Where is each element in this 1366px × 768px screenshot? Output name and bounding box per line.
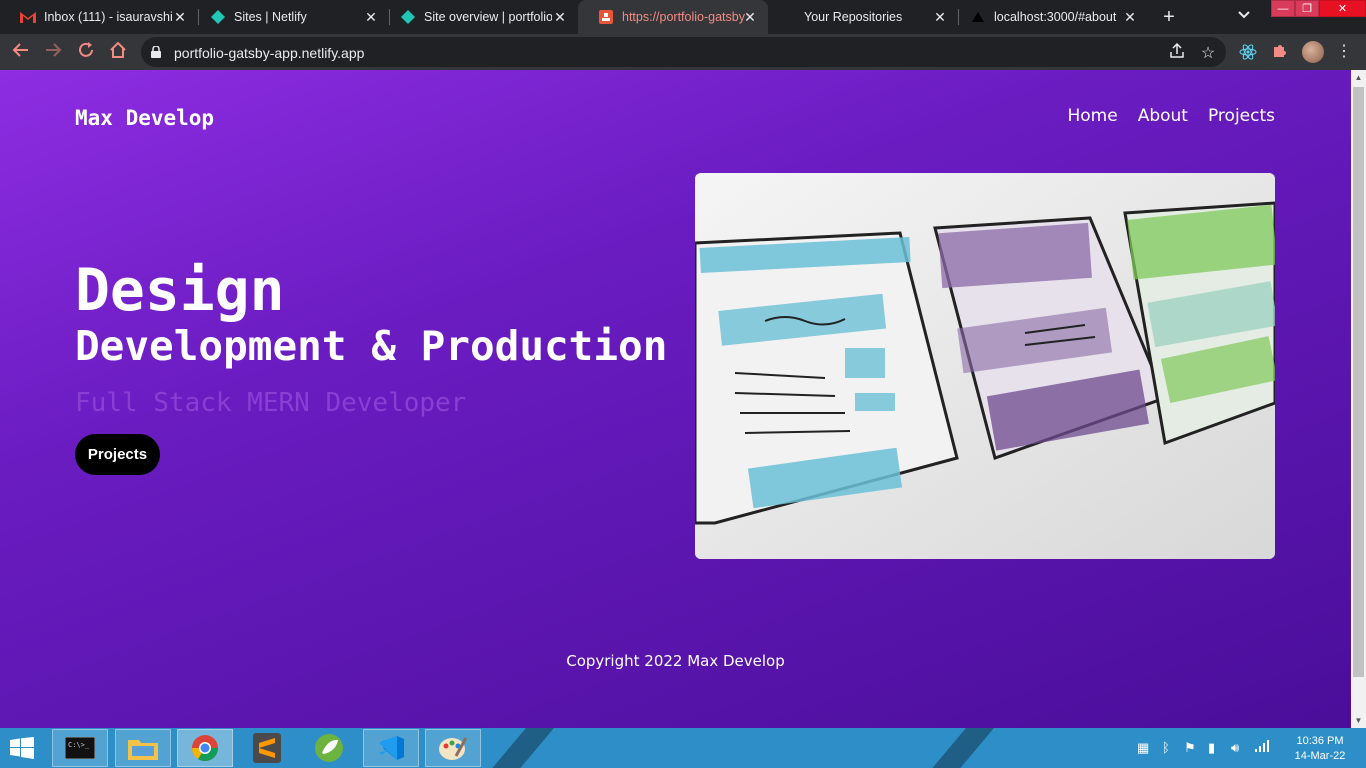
window-controls: — ❐ ✕ (1271, 0, 1366, 17)
close-tab-icon[interactable]: ✕ (1122, 9, 1138, 26)
battery-icon[interactable]: ▮ (1208, 740, 1215, 756)
network-manager-tray-icon[interactable]: ▦ (1137, 740, 1149, 756)
portfolio-page: Max Develop Home About Projects Design D… (0, 70, 1351, 728)
cmd-taskbar-icon[interactable]: C:\>_ (52, 729, 108, 767)
browser-toolbar: portfolio-gatsby-app.netlify.app ☆ ⋮ (0, 34, 1366, 70)
site-brand[interactable]: Max Develop (75, 106, 214, 130)
restore-icon[interactable]: ❐ (1295, 0, 1319, 17)
taskbar-wallpaper-stripe (915, 728, 1003, 768)
file-explorer-taskbar-icon[interactable] (115, 729, 171, 767)
hero-subtitle: Development & Production (75, 322, 668, 370)
action-center-flag-icon[interactable]: ⚑ (1184, 740, 1196, 756)
windows-taskbar: C:\>_ ▦ ᛒ ⚑ ▮ 🔊︎ 10:36 PM 14-Mar-22 (0, 728, 1366, 768)
scroll-thumb[interactable] (1353, 87, 1364, 677)
system-clock[interactable]: 10:36 PM 14-Mar-22 (1290, 734, 1350, 764)
site-favicon (598, 9, 614, 25)
sublime-text-taskbar-icon[interactable] (239, 729, 295, 767)
back-arrow-icon[interactable] (10, 41, 32, 63)
close-tab-icon[interactable]: ✕ (552, 9, 568, 26)
nav-link-about[interactable]: About (1138, 106, 1188, 126)
vs-code-taskbar-icon[interactable] (363, 729, 419, 767)
site-nav: Home About Projects (1068, 106, 1276, 126)
vercel-icon (970, 9, 986, 25)
tab-github-repos[interactable]: Your Repositories ✕ (768, 0, 958, 34)
share-icon[interactable] (1167, 42, 1187, 64)
wifi-signal-icon[interactable] (1255, 740, 1271, 755)
extensions-puzzle-icon[interactable] (1270, 43, 1290, 63)
gmail-icon (20, 9, 36, 25)
forward-arrow-icon[interactable] (42, 41, 64, 63)
address-bar[interactable]: portfolio-gatsby-app.netlify.app ☆ (141, 37, 1226, 67)
bookmark-star-icon[interactable]: ☆ (1198, 43, 1218, 63)
volume-icon[interactable]: 🔊︎ (1231, 740, 1239, 756)
clock-time: 10:36 PM (1296, 735, 1344, 747)
svg-text:C:\>_: C:\>_ (68, 741, 90, 749)
spring-tool-suite-taskbar-icon[interactable] (301, 729, 357, 767)
bluetooth-icon[interactable]: ᛒ (1162, 740, 1170, 755)
netlify-icon (210, 9, 226, 25)
hero-role: Full Stack MERN Developer (75, 388, 467, 418)
paint-taskbar-icon[interactable] (425, 729, 481, 767)
chrome-taskbar-icon[interactable] (177, 729, 233, 767)
tab-gmail[interactable]: Inbox (111) - isauravshir ✕ (0, 0, 198, 34)
close-tab-icon[interactable]: ✕ (363, 9, 379, 26)
tab-title: Sites | Netlify (234, 10, 307, 24)
page-scrollbar[interactable]: ▲ ▼ (1351, 70, 1366, 728)
scroll-down-arrow-icon[interactable]: ▼ (1351, 713, 1366, 728)
close-tab-icon[interactable]: ✕ (932, 9, 948, 26)
tab-title: https://portfolio-gatsby (622, 10, 745, 24)
close-window-icon[interactable]: ✕ (1319, 0, 1366, 17)
clock-date: 14-Mar-22 (1294, 750, 1346, 762)
chevron-down-icon[interactable] (1238, 8, 1250, 22)
close-tab-icon[interactable]: ✕ (742, 9, 758, 26)
close-tab-icon[interactable]: ✕ (172, 9, 188, 26)
nav-link-home[interactable]: Home (1068, 106, 1118, 126)
url-text: portfolio-gatsby-app.netlify.app (174, 45, 365, 61)
windows-start-icon[interactable] (10, 737, 34, 759)
tab-title: localhost:3000/#about (994, 10, 1117, 24)
tab-title: Site overview | portfolio (424, 10, 552, 24)
home-icon[interactable] (107, 41, 129, 63)
tab-title: Inbox (111) - isauravshir (44, 10, 172, 24)
menu-dots-icon[interactable]: ⋮ (1334, 41, 1354, 61)
nav-link-projects[interactable]: Projects (1208, 106, 1275, 126)
tab-localhost[interactable]: localhost:3000/#about ✕ (950, 0, 1148, 34)
projects-button[interactable]: Projects (75, 434, 160, 475)
profile-avatar[interactable] (1302, 41, 1324, 63)
tab-netlify-overview[interactable]: Site overview | portfolio ✕ (380, 0, 578, 34)
tab-netlify-sites[interactable]: Sites | Netlify ✕ (190, 0, 389, 34)
reload-icon[interactable] (75, 41, 97, 63)
tab-portfolio-active[interactable]: https://portfolio-gatsby ✕ (578, 0, 768, 34)
taskbar-wallpaper-stripe (475, 728, 563, 768)
hero-title: Design (75, 256, 285, 324)
new-tab-icon[interactable]: + (1158, 6, 1180, 28)
scroll-up-arrow-icon[interactable]: ▲ (1351, 70, 1366, 85)
hero-sketch-image (695, 173, 1275, 559)
browser-tab-strip: Inbox (111) - isauravshir ✕ Sites | Netl… (0, 0, 1366, 34)
copyright-text: Copyright 2022 Max Develop (566, 652, 785, 670)
react-devtools-icon[interactable] (1238, 43, 1258, 65)
minimize-icon[interactable]: — (1271, 0, 1295, 17)
tab-title: Your Repositories (804, 10, 903, 24)
lock-icon (151, 45, 161, 58)
netlify-icon (400, 9, 416, 25)
